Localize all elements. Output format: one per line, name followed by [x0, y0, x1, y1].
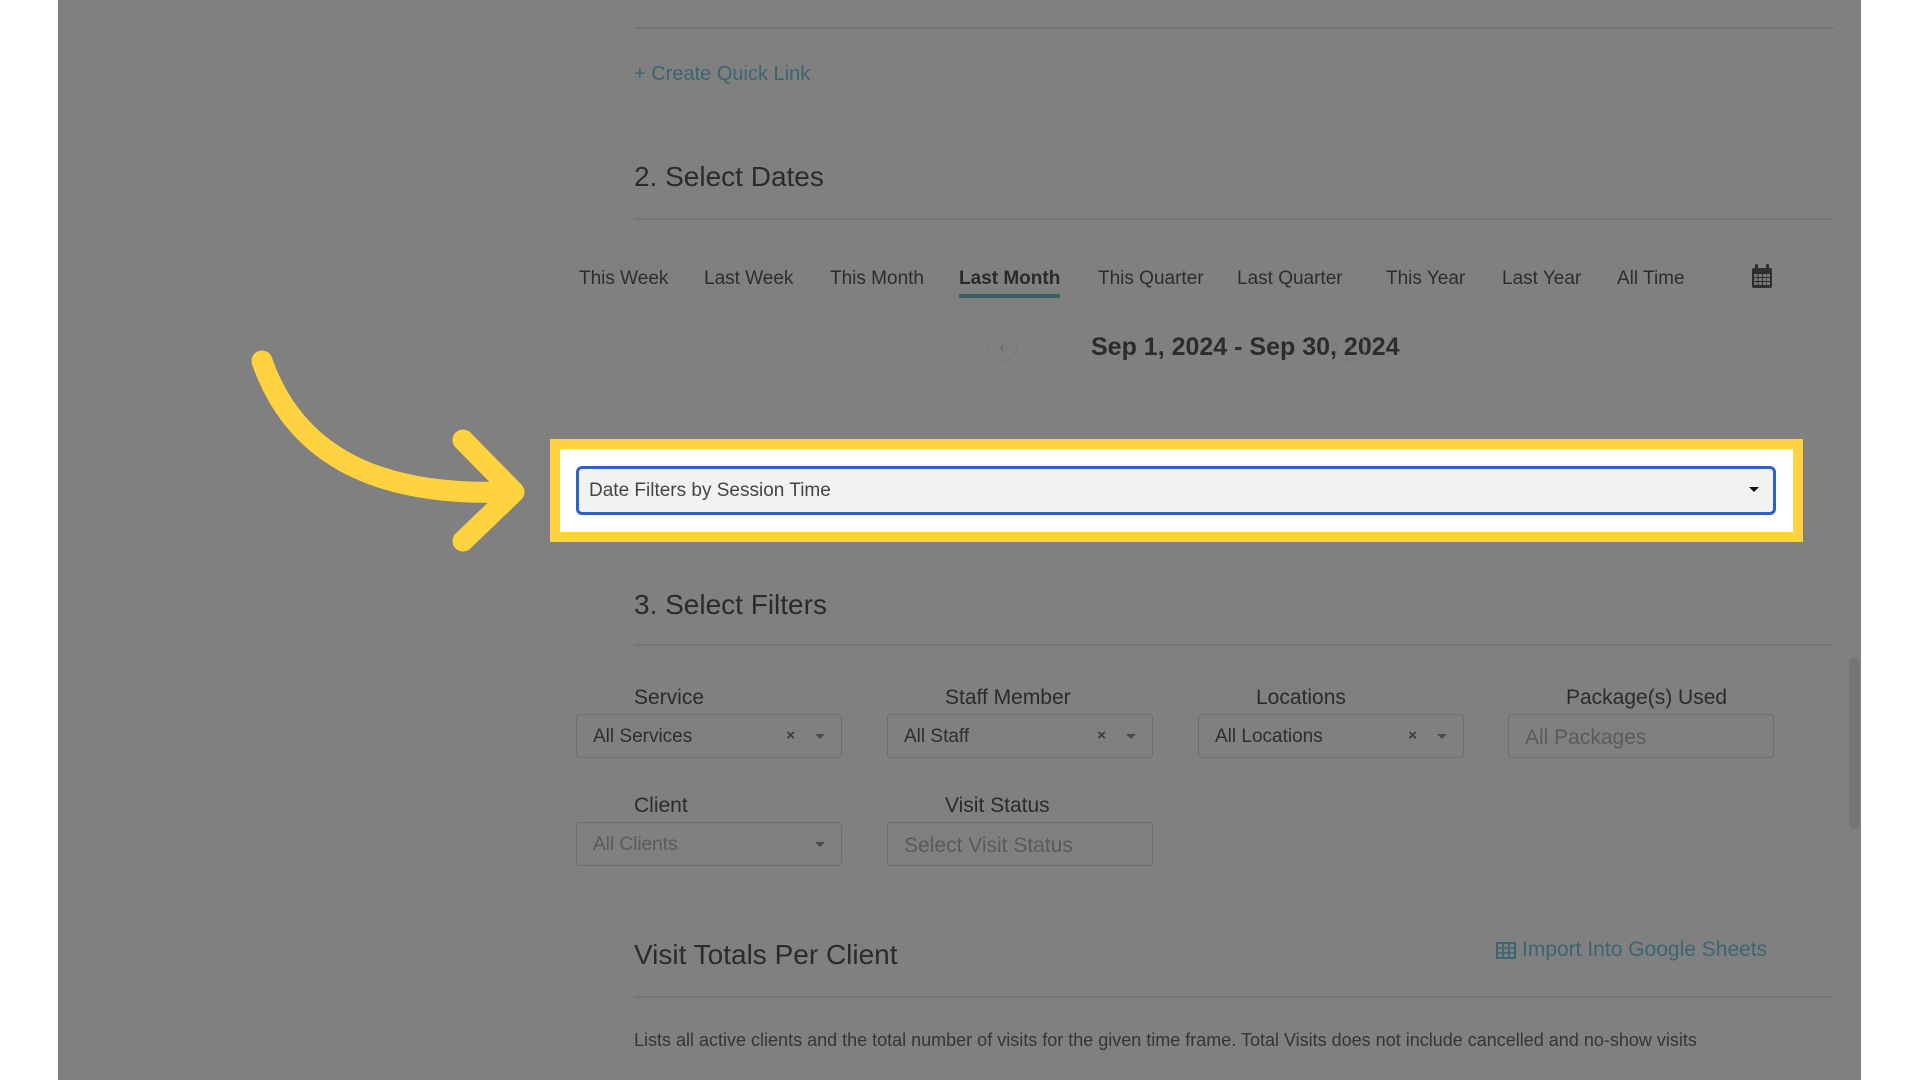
- import-google-sheets-link[interactable]: Import Into Google Sheets: [1496, 938, 1767, 962]
- tab-this-quarter[interactable]: This Quarter: [1098, 268, 1204, 290]
- tab-this-month[interactable]: This Month: [830, 268, 924, 290]
- filters-divider: [634, 644, 1834, 646]
- prev-period-button[interactable]: ‹: [987, 332, 1017, 362]
- scrollbar-thumb[interactable]: [1849, 657, 1859, 829]
- top-divider: [634, 27, 1834, 29]
- caret-down-icon: [815, 734, 825, 739]
- staff-member-label: Staff Member: [945, 686, 1071, 709]
- visit-status-label: Visit Status: [945, 794, 1050, 817]
- packages-used-label: Package(s) Used: [1566, 686, 1728, 709]
- visit-totals-heading: Visit Totals Per Client: [634, 939, 898, 970]
- tab-last-month[interactable]: Last Month: [959, 268, 1061, 298]
- import-google-sheets-label: Import Into Google Sheets: [1522, 938, 1768, 961]
- calendar-icon[interactable]: [1751, 263, 1773, 289]
- caret-down-icon: [815, 842, 825, 847]
- tab-last-year[interactable]: Last Year: [1502, 268, 1581, 290]
- clear-icon[interactable]: ×: [786, 727, 795, 744]
- chevron-left-icon: ‹: [999, 339, 1005, 355]
- tab-all-time[interactable]: All Time: [1617, 268, 1685, 290]
- tab-last-quarter[interactable]: Last Quarter: [1237, 268, 1343, 290]
- table-icon: [1496, 941, 1516, 959]
- packages-used-placeholder: All Packages: [1525, 726, 1647, 749]
- caret-down-icon: [1749, 487, 1759, 492]
- next-period-button[interactable]: ›: [1336, 332, 1366, 362]
- annotation-highlight-box: Date Filters by Session Time: [550, 439, 1803, 542]
- service-select[interactable]: All Services ×: [576, 714, 842, 758]
- client-placeholder: All Clients: [593, 834, 678, 855]
- service-value: All Services: [593, 726, 693, 747]
- select-dates-heading: 2. Select Dates: [634, 161, 824, 192]
- clear-icon[interactable]: ×: [1097, 727, 1106, 744]
- highlight-backdrop: Date Filters by Session Time: [560, 449, 1793, 532]
- locations-value: All Locations: [1215, 726, 1323, 747]
- client-select[interactable]: All Clients: [576, 822, 842, 866]
- locations-select[interactable]: All Locations ×: [1198, 714, 1464, 758]
- service-label: Service: [634, 686, 705, 709]
- staff-member-value: All Staff: [904, 726, 970, 747]
- date-filter-value: Date Filters by Session Time: [589, 480, 831, 501]
- create-quick-link[interactable]: + Create Quick Link: [634, 63, 810, 86]
- visit-status-input[interactable]: Select Visit Status: [887, 822, 1153, 866]
- visit-status-placeholder: Select Visit Status: [904, 834, 1073, 857]
- locations-label: Locations: [1256, 686, 1346, 709]
- clear-icon[interactable]: ×: [1408, 727, 1417, 744]
- tab-last-week[interactable]: Last Week: [704, 268, 793, 290]
- select-filters-heading: 3. Select Filters: [634, 589, 827, 620]
- tab-this-week[interactable]: This Week: [579, 268, 668, 290]
- report-description: Lists all active clients and the total n…: [634, 1030, 1697, 1050]
- dates-divider: [634, 218, 1834, 220]
- chevron-right-icon: ›: [1348, 339, 1354, 355]
- caret-down-icon: [1437, 734, 1447, 739]
- caret-down-icon: [1126, 734, 1136, 739]
- report-divider: [634, 996, 1834, 998]
- tab-this-year[interactable]: This Year: [1386, 268, 1465, 290]
- packages-used-input[interactable]: All Packages: [1508, 714, 1774, 758]
- date-filter-select[interactable]: Date Filters by Session Time: [576, 466, 1776, 515]
- staff-member-select[interactable]: All Staff ×: [887, 714, 1153, 758]
- client-label: Client: [634, 794, 688, 817]
